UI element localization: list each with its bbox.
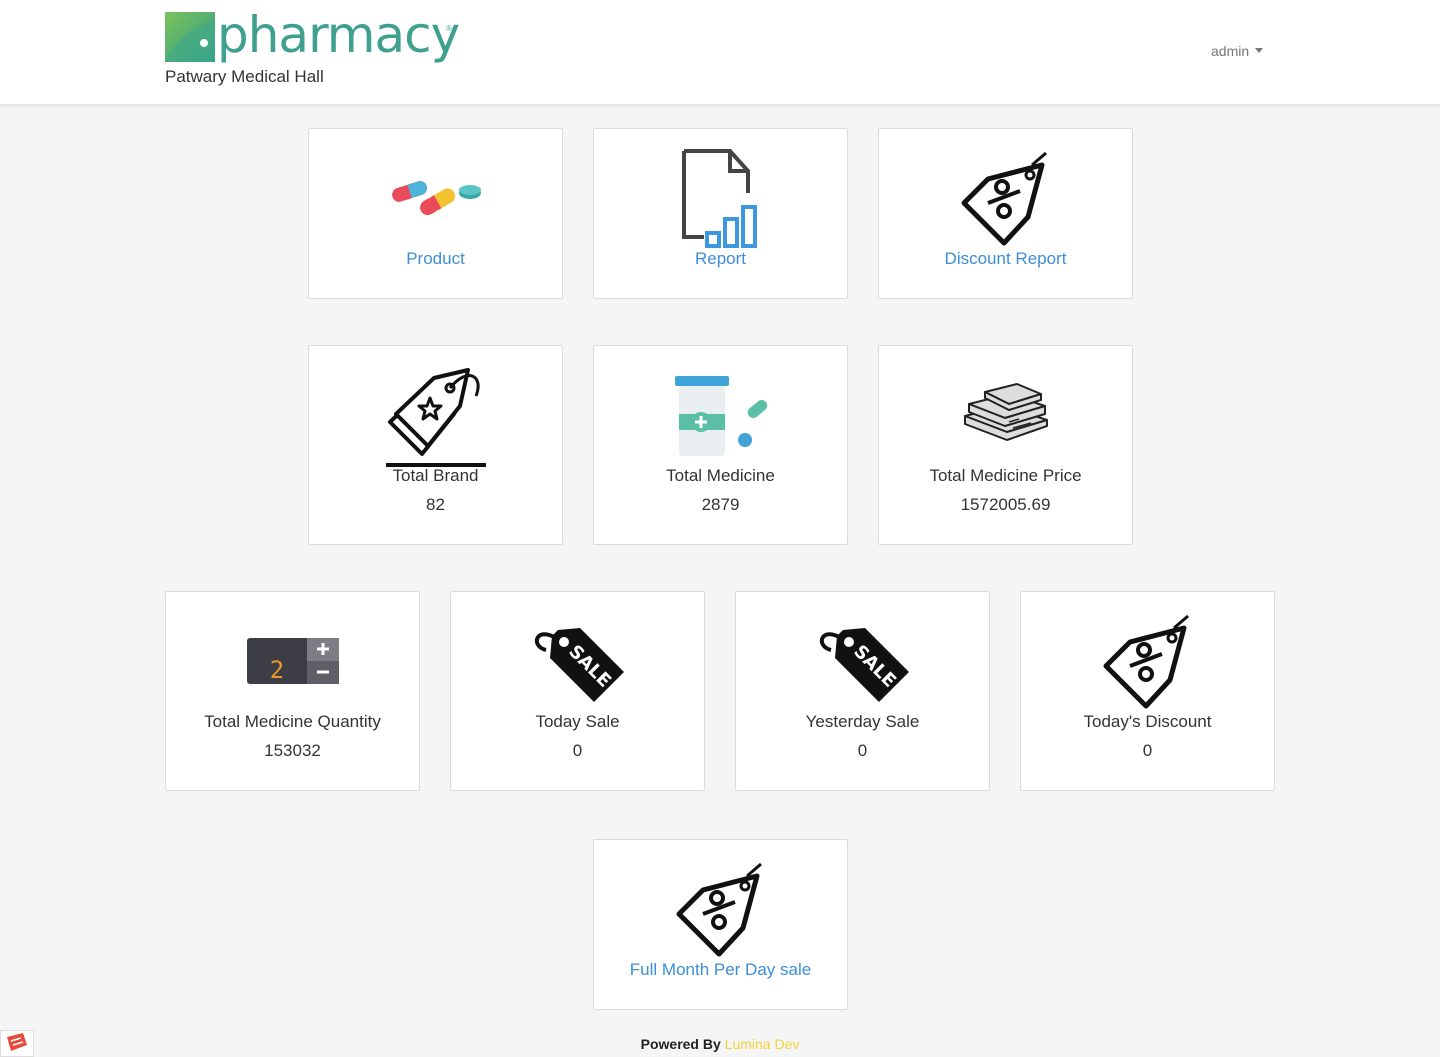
total-medicine-card: Total Medicine 2879 — [593, 345, 848, 545]
today-sale-label: Today Sale — [535, 712, 620, 731]
medicine-bottle-icon — [674, 376, 767, 456]
logo-text: pharmacy — [217, 6, 460, 64]
report-chart-icon — [681, 149, 757, 248]
full-month-label: Full Month Per Day sale — [629, 960, 812, 979]
total-medicine-quantity-value: 153032 — [264, 741, 321, 760]
total-brand-card: Total Brand 82 — [308, 345, 563, 545]
total-medicine-quantity-label: Total Medicine Quantity — [204, 712, 381, 731]
quantity-counter-icon: 2 — [246, 638, 339, 684]
full-month-per-day-sale-card[interactable]: Full Month Per Day sale — [593, 839, 848, 1010]
pills-icon — [391, 181, 481, 216]
product-card[interactable]: Product — [308, 128, 563, 299]
product-label: Product — [406, 249, 465, 268]
discount-tag-icon — [961, 151, 1047, 246]
user-menu-dropdown[interactable]: admin — [1211, 43, 1264, 59]
navbar: pharmacy ® Patwary Medical Hall admin — [0, 0, 1440, 104]
discount-report-card[interactable]: Discount Report — [878, 128, 1133, 299]
sale-tag-icon: SALE — [534, 628, 624, 702]
total-medicine-label: Total Medicine — [666, 466, 775, 485]
sale-tag-icon: SALE — [819, 628, 909, 702]
money-stack-icon — [963, 383, 1048, 441]
total-brand-label: Total Brand — [392, 466, 479, 485]
todays-discount-value: 0 — [1142, 741, 1153, 760]
discount-report-label: Discount Report — [944, 249, 1067, 268]
footer: Powered By Lumina Dev — [0, 1036, 1440, 1052]
total-brand-value: 82 — [426, 495, 445, 514]
todays-discount-card: Today's Discount 0 — [1020, 591, 1275, 791]
footer-brand-link[interactable]: Lumina Dev — [725, 1036, 800, 1052]
todays-discount-label: Today's Discount — [1083, 712, 1212, 731]
total-medicine-price-label: Total Medicine Price — [929, 466, 1082, 485]
total-medicine-price-value: 1572005.69 — [960, 495, 1051, 514]
debug-toolbar-icon[interactable] — [0, 1030, 34, 1057]
today-sale-value: 0 — [572, 741, 583, 760]
caret-down-icon — [1255, 48, 1264, 53]
total-medicine-value: 2879 — [701, 495, 740, 514]
logo-mark-icon — [165, 12, 215, 62]
yesterday-sale-label: Yesterday Sale — [805, 712, 920, 731]
total-medicine-price-card: Total Medicine Price 1572005.69 — [878, 345, 1133, 545]
report-card[interactable]: Report — [593, 128, 848, 299]
logo-registered-mark: ® — [446, 24, 452, 33]
brand-tag-icon — [385, 368, 486, 467]
store-name: Patwary Medical Hall — [165, 67, 324, 86]
total-medicine-quantity-card: 2 Total Medicine Quantity 153032 — [165, 591, 420, 791]
powered-by-text: Powered By — [640, 1036, 721, 1052]
quantity-digit: 2 — [269, 656, 283, 684]
yesterday-sale-value: 0 — [857, 741, 868, 760]
report-label: Report — [694, 249, 747, 268]
discount-tag-icon — [676, 862, 762, 957]
yesterday-sale-card: SALE Yesterday Sale 0 — [735, 591, 990, 791]
pharmacy-logo[interactable]: pharmacy ® — [165, 6, 465, 64]
laravel-icon — [7, 1033, 27, 1051]
today-sale-card: SALE Today Sale 0 — [450, 591, 705, 791]
discount-tag-icon — [1103, 614, 1189, 709]
user-menu-label: admin — [1211, 43, 1250, 59]
